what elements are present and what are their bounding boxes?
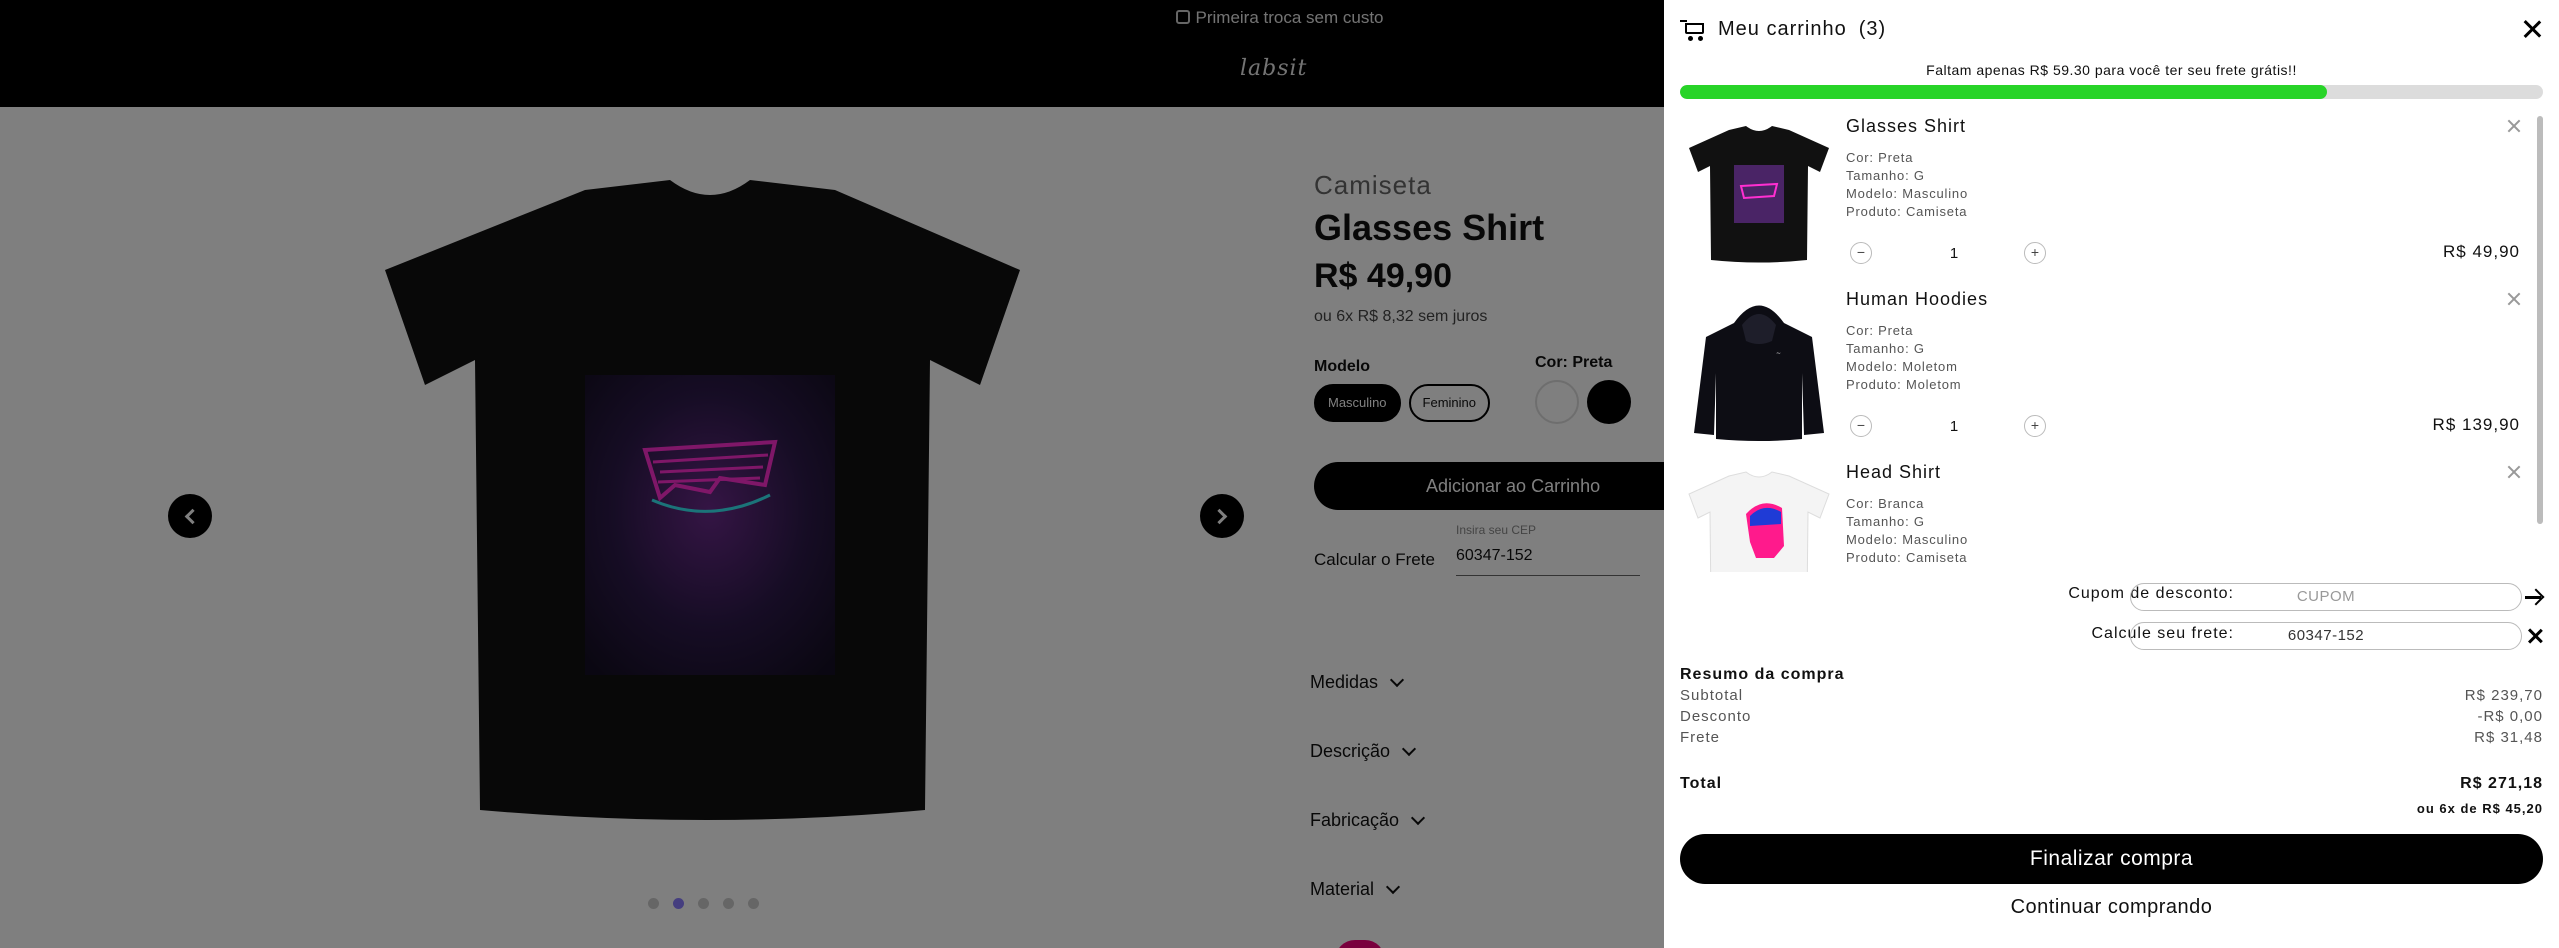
cart-item-model: Modelo: Masculino [1846, 186, 1968, 201]
free-shipping-message: Faltam apenas R$ 59.30 para você ter seu… [1926, 62, 2297, 78]
cart-item-model: Modelo: Moletom [1846, 359, 1958, 374]
summary-title: Resumo da compra [1680, 666, 1845, 683]
total-value: R$ 271,18 [2460, 775, 2543, 792]
cart-item-price: R$ 139,90 [2432, 415, 2520, 434]
total-installments: ou 6x de R$ 45,20 [2416, 801, 2543, 816]
continue-shopping-link[interactable]: Continuar comprando [1680, 896, 2543, 919]
item-quantity: 1 [1949, 418, 1959, 435]
cart-items-list: Glasses Shirt Cor: Preta Tamanho: G Mode… [1680, 112, 2543, 572]
shipping-cep-input[interactable]: 60347-152 [2130, 622, 2522, 650]
close-cart-button[interactable] [2521, 18, 2543, 40]
cart-item-product: Produto: Moletom [1846, 377, 1962, 392]
cart-item-color: Cor: Preta [1846, 323, 1914, 338]
free-shipping-progress [1680, 85, 2543, 99]
cart-item-size: Tamanho: G [1846, 514, 1925, 529]
cart-icon [1680, 19, 1706, 41]
subtotal-label: Subtotal [1680, 687, 1744, 704]
cart-item-model: Modelo: Masculino [1846, 532, 1968, 547]
cart-item-name: Glasses Shirt [1846, 116, 1967, 136]
cart-count: (3) [1858, 18, 1887, 40]
shipping-cost-label: Frete [1680, 729, 1721, 746]
cart-item: Head Shirt Cor: Branca Tamanho: G Modelo… [1680, 458, 2530, 572]
checkout-button[interactable]: Finalizar compra [1680, 834, 2543, 884]
discount-value: -R$ 0,00 [2477, 708, 2543, 725]
svg-text:~: ~ [1776, 350, 1781, 357]
remove-item-button[interactable] [2506, 464, 2522, 480]
cart-title: Meu carrinho [1718, 18, 1847, 40]
cart-item-size: Tamanho: G [1846, 168, 1925, 183]
clear-shipping-button[interactable] [2527, 628, 2543, 644]
apply-coupon-arrow-icon[interactable] [2525, 596, 2541, 599]
summary-total-row: Total R$ 271,18 [1680, 775, 2543, 793]
increase-qty-button[interactable]: + [2024, 415, 2046, 437]
decrease-qty-button[interactable]: − [1850, 242, 1872, 264]
total-label: Total [1680, 775, 1723, 792]
remove-item-button[interactable] [2506, 118, 2522, 134]
cart-item-price: R$ 49,90 [2443, 242, 2520, 261]
summary-subtotal-row: Subtotal R$ 239,70 [1680, 687, 2543, 705]
cart-item: Glasses Shirt Cor: Preta Tamanho: G Mode… [1680, 112, 2530, 282]
product-thumbnail [1688, 471, 1830, 572]
free-shipping-progress-fill [1680, 85, 2328, 99]
cart-item-color: Cor: Preta [1846, 150, 1914, 165]
cart-item-color: Cor: Branca [1846, 496, 1925, 511]
product-thumbnail: ~ [1694, 305, 1824, 441]
cart-drawer: Meu carrinho (3) Faltam apenas R$ 59.30 … [1664, 0, 2559, 948]
cart-item-product: Produto: Camiseta [1846, 550, 1968, 565]
summary-shipping-row: Frete R$ 31,48 [1680, 729, 2543, 747]
cart-item-product: Produto: Camiseta [1846, 204, 1968, 219]
product-thumbnail [1689, 126, 1829, 263]
shipping-cost-value: R$ 31,48 [2474, 729, 2543, 746]
order-summary: Resumo da compra Subtotal R$ 239,70 Desco… [1680, 666, 2543, 747]
increase-qty-button[interactable]: + [2024, 242, 2046, 264]
remove-item-button[interactable] [2506, 291, 2522, 307]
cart-item-size: Tamanho: G [1846, 341, 1925, 356]
discount-label: Desconto [1680, 708, 1752, 725]
subtotal-value: R$ 239,70 [2464, 687, 2543, 704]
cart-scrollbar[interactable] [2537, 116, 2543, 524]
summary-discount-row: Desconto -R$ 0,00 [1680, 708, 2543, 726]
coupon-input[interactable]: CUPOM [2130, 583, 2522, 611]
cart-item-name: Human Hoodies [1846, 289, 1989, 309]
item-quantity: 1 [1949, 245, 1959, 262]
cart-item: ~ Human Hoodies Cor: Preta Tamanho: G Mo… [1680, 285, 2530, 455]
cart-header: Meu carrinho (3) [1680, 18, 1886, 41]
cart-item-name: Head Shirt [1846, 462, 1942, 482]
decrease-qty-button[interactable]: − [1850, 415, 1872, 437]
